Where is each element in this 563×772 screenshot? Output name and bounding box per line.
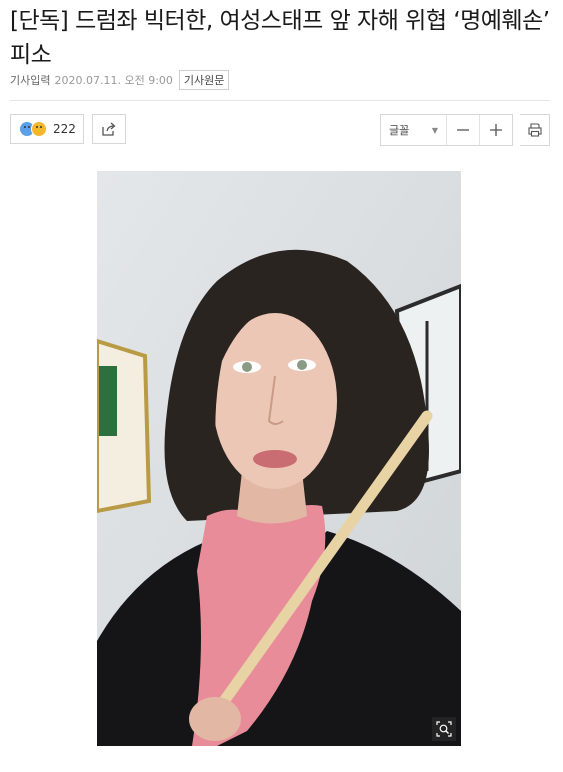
portrait-illustration [97,171,461,746]
font-select[interactable]: 글꼴 ▼ [381,115,447,145]
laugh-emoji-icon [31,121,47,137]
article-meta: 기사입력 2020.07.11. 오전 9:00 기사원문 [10,70,230,90]
original-article-link[interactable]: 기사원문 [178,70,230,90]
input-label: 기사입력 [10,74,51,87]
text-tools: 글꼴 ▼ [380,114,513,146]
font-label: 글꼴 [389,124,410,137]
zoom-button[interactable] [432,717,456,741]
print-button[interactable] [520,114,550,146]
minus-icon [457,129,469,131]
reaction-button[interactable]: 222 [10,114,84,144]
font-decrease-button[interactable] [447,115,480,145]
header-divider [10,100,550,101]
share-button[interactable] [92,114,126,144]
article-date: 2020.07.11. 오전 9:00 [54,74,173,87]
plus-icon [490,124,502,136]
zoom-icon [436,721,452,737]
article-photo[interactable] [97,171,461,746]
print-icon [527,123,542,137]
reaction-count: 222 [53,122,76,136]
article-headline: [단독] 드럼좌 빅터한, 여성스태프 앞 자해 위협 ‘명예훼손’ 피소 [10,8,550,68]
share-icon [102,122,116,136]
font-increase-button[interactable] [480,115,512,145]
chevron-down-icon: ▼ [431,125,438,135]
